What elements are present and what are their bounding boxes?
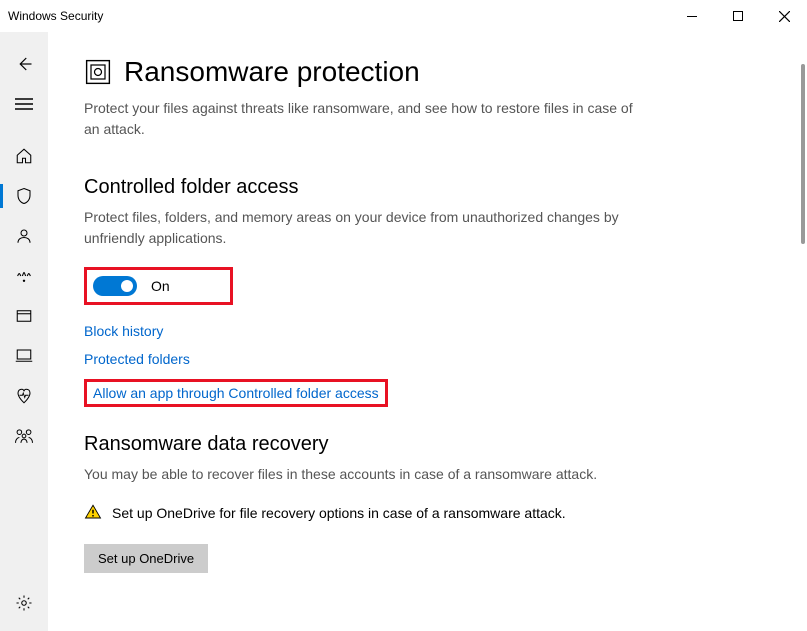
controlled-folder-description: Protect files, folders, and memory areas… bbox=[84, 207, 644, 249]
content-area: Ransomware protection Protect your files… bbox=[48, 32, 807, 631]
onedrive-alert: Set up OneDrive for file recovery option… bbox=[84, 503, 644, 524]
back-button[interactable] bbox=[0, 44, 48, 84]
recovery-description: You may be able to recover files in thes… bbox=[84, 464, 644, 485]
controlled-folder-toggle-highlight: On bbox=[84, 267, 233, 305]
toggle-knob bbox=[121, 280, 133, 292]
window-controls bbox=[669, 0, 807, 32]
block-history-link[interactable]: Block history bbox=[84, 323, 771, 339]
warning-icon bbox=[84, 503, 102, 524]
allow-app-link[interactable]: Allow an app through Controlled folder a… bbox=[93, 385, 379, 401]
home-icon[interactable] bbox=[0, 136, 48, 176]
recovery-title: Ransomware data recovery bbox=[84, 433, 771, 456]
app-browser-control-icon[interactable] bbox=[0, 296, 48, 336]
setup-onedrive-button[interactable]: Set up OneDrive bbox=[84, 544, 208, 573]
controlled-folder-toggle[interactable] bbox=[93, 276, 137, 296]
protected-folders-link[interactable]: Protected folders bbox=[84, 351, 771, 367]
device-security-icon[interactable] bbox=[0, 336, 48, 376]
settings-icon[interactable] bbox=[0, 583, 48, 623]
allow-app-highlight: Allow an app through Controlled folder a… bbox=[84, 379, 388, 407]
sidebar bbox=[0, 32, 48, 631]
minimize-button[interactable] bbox=[669, 0, 715, 32]
page-title: Ransomware protection bbox=[124, 56, 420, 88]
menu-icon[interactable] bbox=[0, 84, 48, 124]
device-performance-icon[interactable] bbox=[0, 376, 48, 416]
page-description: Protect your files against threats like … bbox=[84, 98, 644, 140]
onedrive-alert-text: Set up OneDrive for file recovery option… bbox=[112, 503, 566, 524]
account-protection-icon[interactable] bbox=[0, 216, 48, 256]
close-button[interactable] bbox=[761, 0, 807, 32]
controlled-folder-title: Controlled folder access bbox=[84, 176, 771, 199]
titlebar: Windows Security bbox=[0, 0, 807, 32]
scrollbar[interactable] bbox=[801, 64, 805, 244]
toggle-state-label: On bbox=[151, 278, 170, 294]
window-title: Windows Security bbox=[8, 9, 103, 23]
firewall-icon[interactable] bbox=[0, 256, 48, 296]
maximize-button[interactable] bbox=[715, 0, 761, 32]
virus-protection-icon[interactable] bbox=[0, 176, 48, 216]
ransomware-icon bbox=[84, 58, 112, 86]
family-options-icon[interactable] bbox=[0, 416, 48, 456]
